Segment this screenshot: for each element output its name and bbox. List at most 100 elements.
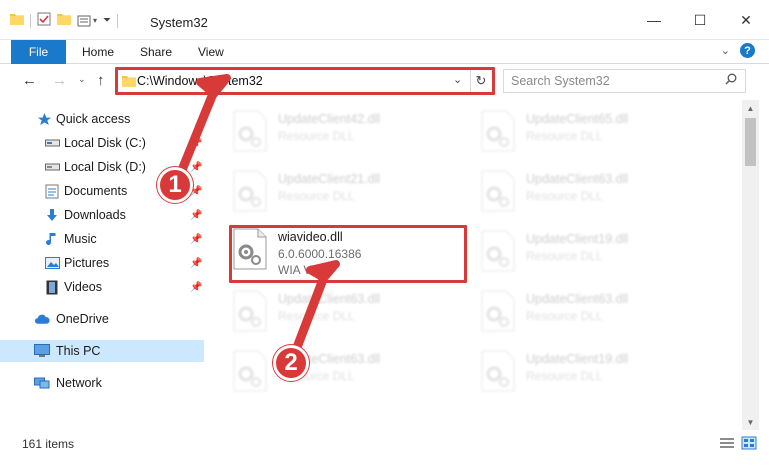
file-item[interactable]: UpdateClient19.dll Resource DLL — [480, 226, 720, 278]
scroll-down-icon[interactable]: ▼ — [742, 414, 759, 430]
up-icon[interactable]: ↑ — [97, 72, 105, 89]
sidebar-item-label: This PC — [56, 344, 101, 358]
sidebar-item-label: Pictures — [64, 256, 110, 270]
sidebar-item-label: Quick access — [56, 112, 131, 126]
scroll-thumb[interactable] — [745, 118, 756, 166]
file-description: Resource DLL — [278, 309, 355, 323]
properties-icon[interactable] — [37, 12, 51, 29]
ribbon-tabs: File Home Share View ⌄ ? — [0, 40, 769, 64]
maximize-button[interactable]: ☐ — [677, 0, 723, 40]
file-name: UpdateClient42.dll — [278, 112, 381, 126]
sidebar-item-label: Documents — [64, 184, 128, 198]
sidebar-item-label: Local Disk (D:) — [64, 160, 146, 174]
file-item[interactable]: UpdateClient63.dll Resource DLL — [480, 166, 720, 218]
star-icon — [36, 111, 52, 127]
item-count: 161 items — [22, 437, 75, 451]
file-name: UpdateClient21.dll — [278, 172, 381, 186]
pin-icon: 📌 — [190, 233, 203, 245]
file-description: Resource DLL — [526, 249, 603, 263]
file-description: Resource DLL — [526, 309, 603, 323]
toolbar-divider — [117, 13, 119, 28]
dll-file-icon — [233, 110, 267, 152]
file-item[interactable]: UpdateClient42.dll Resource DLL — [232, 106, 472, 158]
folder-icon — [10, 13, 24, 28]
file-name: UpdateClient65.dll — [526, 112, 629, 126]
file-item[interactable]: UpdateClient63.dll Resource DLL — [232, 286, 472, 338]
toolbar-divider — [30, 13, 31, 28]
file-name: UpdateClient19.dll — [526, 232, 629, 246]
expand-ribbon-icon[interactable]: ⌄ — [721, 44, 730, 57]
dll-file-icon — [233, 170, 267, 212]
title-bar: ▾ ⏷ System32 — ☐ ✕ — [0, 0, 769, 40]
this-pc-icon — [34, 343, 50, 359]
quick-access-toolbar: ▾ ⏷ — [10, 12, 119, 29]
dll-file-icon — [233, 290, 267, 332]
sidebar-item-label: Downloads — [64, 208, 126, 222]
music-icon — [44, 231, 60, 247]
tab-view[interactable]: View — [198, 45, 224, 59]
step-1-badge: 1 — [157, 167, 193, 203]
dll-file-icon — [481, 350, 515, 392]
downloads-icon — [44, 207, 60, 223]
back-icon[interactable]: ← — [22, 72, 37, 89]
pin-icon: 📌 — [190, 161, 203, 173]
onedrive-icon — [34, 311, 50, 327]
step-2-badge: 2 — [273, 345, 309, 381]
large-icons-view-icon[interactable] — [741, 436, 757, 453]
search-placeholder: Search System32 — [511, 74, 610, 88]
dll-file-icon — [481, 170, 515, 212]
file-name: UpdateClient63.dll — [278, 292, 381, 306]
minimize-button[interactable]: — — [631, 0, 677, 40]
recent-locations-icon[interactable]: ⌄ — [78, 74, 86, 85]
view-toggle — [719, 436, 757, 453]
drive-icon — [44, 135, 60, 151]
sidebar-item-label: OneDrive — [56, 312, 109, 326]
file-name: UpdateClient19.dll — [526, 352, 629, 366]
dll-file-icon — [481, 110, 515, 152]
sidebar-item-pictures[interactable]: Pictures 📌 — [0, 252, 204, 274]
tab-share[interactable]: Share — [140, 45, 172, 59]
file-item[interactable]: UpdateClient63.dll Resource DLL — [480, 286, 720, 338]
file-name: UpdateClient63.dll — [526, 292, 629, 306]
pin-icon: 📌 — [190, 257, 203, 269]
sidebar-item-onedrive[interactable]: OneDrive — [0, 308, 204, 330]
dll-file-icon — [481, 230, 515, 272]
network-icon — [34, 375, 50, 391]
search-icon[interactable] — [725, 73, 737, 88]
file-item[interactable]: UpdateClient65.dll Resource DLL — [480, 106, 720, 158]
pin-icon: 📌 — [190, 281, 203, 293]
videos-icon — [44, 279, 60, 295]
file-name: UpdateClient63.dll — [526, 172, 629, 186]
new-folder-icon[interactable] — [57, 13, 71, 28]
file-highlight — [229, 225, 467, 283]
sidebar-item-videos[interactable]: Videos 📌 — [0, 276, 204, 298]
file-description: Resource DLL — [526, 189, 603, 203]
address-highlight — [115, 67, 495, 95]
details-view-icon[interactable] — [719, 436, 735, 453]
dropdown-icon[interactable]: ⏷ — [103, 15, 111, 26]
tab-file[interactable]: File — [11, 40, 66, 64]
help-icon[interactable]: ? — [740, 43, 755, 58]
sidebar-item-quick-access[interactable]: Quick access — [0, 108, 204, 130]
file-item[interactable]: UpdateClient63.dll Resource DLL — [232, 346, 472, 398]
file-description: Resource DLL — [526, 129, 603, 143]
status-bar — [0, 432, 769, 470]
sidebar-item-network[interactable]: Network — [0, 372, 204, 394]
forward-icon[interactable]: → — [52, 72, 67, 89]
sidebar-item-downloads[interactable]: Downloads 📌 — [0, 204, 204, 226]
window-title: System32 — [150, 15, 208, 30]
sidebar-item-this-pc[interactable]: This PC — [0, 340, 204, 362]
scroll-up-icon[interactable]: ▲ — [742, 100, 759, 116]
tab-home[interactable]: Home — [82, 45, 114, 59]
dll-file-icon — [233, 350, 267, 392]
file-item[interactable]: UpdateClient19.dll Resource DLL — [480, 346, 720, 398]
customize-toolbar-icon[interactable]: ▾ — [77, 15, 97, 27]
sidebar-item-label: Videos — [64, 280, 102, 294]
sidebar-item-local-disk-c[interactable]: Local Disk (C:) 📌 — [0, 132, 204, 154]
documents-icon — [44, 183, 60, 199]
sidebar-item-music[interactable]: Music 📌 — [0, 228, 204, 250]
file-item[interactable]: UpdateClient21.dll Resource DLL — [232, 166, 472, 218]
pin-icon: 📌 — [190, 137, 203, 149]
sidebar-item-label: Music — [64, 232, 97, 246]
close-button[interactable]: ✕ — [723, 0, 769, 40]
